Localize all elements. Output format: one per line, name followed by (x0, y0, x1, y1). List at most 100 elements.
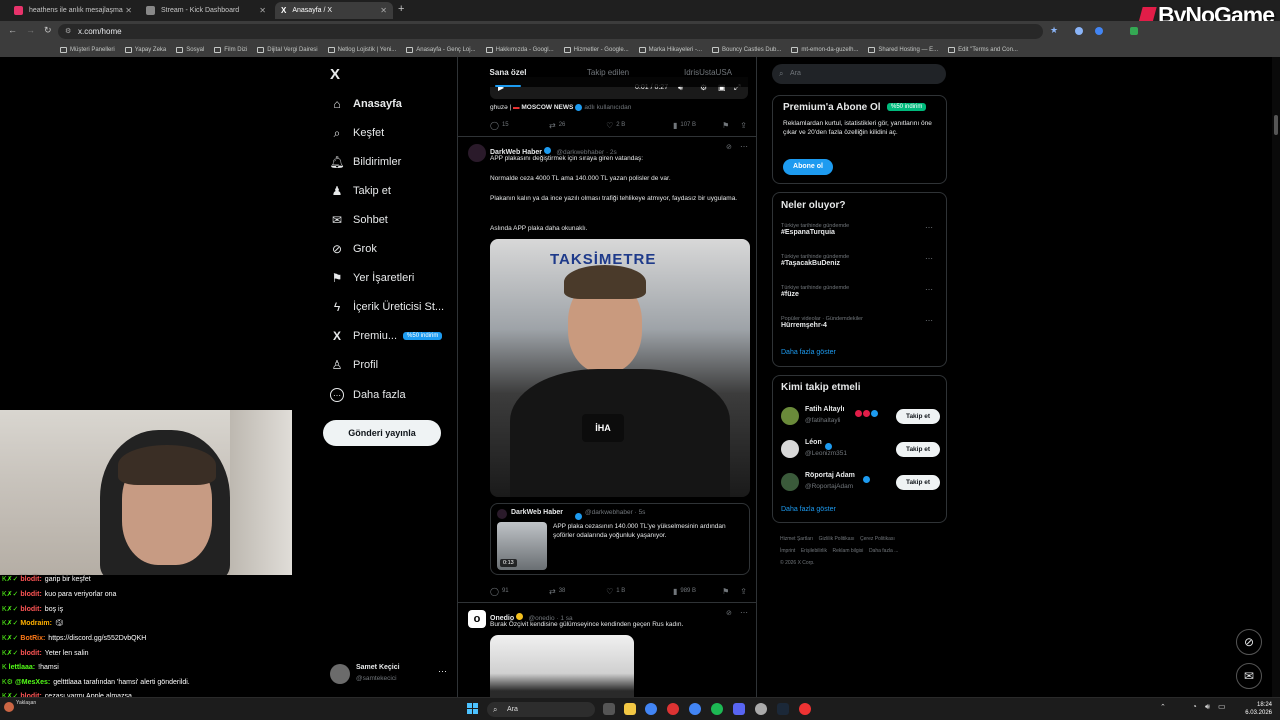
extension-icon[interactable] (1130, 27, 1138, 35)
reply-button[interactable]: ◯ 15 (490, 121, 549, 130)
nav-premium[interactable]: X Premiu... %50 indirim (330, 325, 443, 347)
x-logo[interactable]: X (330, 66, 340, 83)
browser-tab-1[interactable]: heathens ile anlık mesajlaşma ✕ (8, 2, 138, 19)
app-icon[interactable] (667, 703, 679, 715)
file-explorer-icon[interactable] (624, 703, 636, 715)
bookmark-item[interactable]: Edit "Terms and Con... (948, 46, 1018, 53)
views-button[interactable]: ▮ 989 B (673, 587, 722, 596)
nav-profile[interactable]: ♙ Profil (330, 354, 378, 376)
follow-suggestion[interactable]: Röportaj Adam @RoportajAdam Takip et (773, 470, 948, 496)
follow-suggestion[interactable]: Fatih Altaylı @fatihaltayli Takip et (773, 404, 948, 430)
close-icon[interactable]: ✕ (380, 6, 387, 15)
bookmark-button[interactable]: ⚑ (722, 587, 732, 596)
bookmark-item[interactable]: Müşteri Panelleri (60, 46, 115, 53)
tab-following[interactable]: Takip edilen (558, 57, 658, 87)
timeline-feed[interactable]: Sana özel Takip edilen IdrisUstaUSA ▶ 0:… (457, 57, 757, 697)
chrome-icon[interactable] (689, 703, 701, 715)
bookmark-item[interactable]: Bouncy Castles Dub... (712, 46, 781, 53)
url-field[interactable]: ⚙ x.com/home (58, 24, 1043, 39)
reload-icon[interactable]: ↻ (44, 25, 52, 36)
bookmark-item[interactable]: Dijital Vergi Dairesi (257, 46, 318, 53)
bookmark-item[interactable]: Shared Hosting — E... (868, 46, 938, 53)
grok-icon[interactable]: ⊘ (726, 609, 732, 617)
tab-for-you[interactable]: Sana özel (458, 57, 558, 87)
tweet-media-video[interactable] (490, 635, 634, 697)
extension-icon[interactable] (1075, 27, 1083, 35)
task-view-icon[interactable] (603, 703, 615, 715)
quoted-tweet[interactable]: DarkWeb Haber @darkwebhaber · 5s 0:13 AP… (490, 503, 750, 575)
nav-more[interactable]: ⋯ Daha fazla (330, 384, 406, 406)
taskbar-search[interactable]: ⌕ Ara (487, 702, 595, 717)
quote-thumbnail[interactable]: 0:13 (497, 522, 547, 570)
repost-button[interactable]: ⇄ 38 (549, 587, 606, 596)
like-button[interactable]: ♡ 1 B (606, 587, 673, 596)
obs-icon[interactable] (799, 703, 811, 715)
views-button[interactable]: ▮ 107 B (673, 121, 722, 130)
subscribe-button[interactable]: Abone ol (783, 159, 833, 175)
extension-icon[interactable] (1095, 27, 1103, 35)
browser-tab-3[interactable]: X Anasayfa / X ✕ (275, 2, 393, 19)
more-icon[interactable]: ⋯ (925, 316, 933, 325)
footer-link[interactable]: Hizmet Şartları (780, 536, 813, 542)
bookmark-item[interactable]: Sosyal (176, 46, 204, 53)
grok-icon[interactable]: ⊘ (726, 143, 732, 151)
new-tab-icon[interactable]: + (398, 3, 404, 15)
trend-item[interactable]: Türkiye tarihinde gündemde #EspanaTurqui… (781, 223, 941, 249)
weather-icon[interactable] (4, 702, 14, 712)
tab-list[interactable]: IdrisUstaUSA (658, 57, 756, 87)
windows-start-icon[interactable] (467, 703, 479, 715)
steam-icon[interactable] (777, 703, 789, 715)
footer-link[interactable]: Daha fazla ... (869, 548, 898, 554)
app-icon[interactable] (755, 703, 767, 715)
search-input[interactable]: ⌕ Ara (772, 64, 946, 84)
nav-bookmarks[interactable]: ⚑ Yer İşaretleri (330, 267, 415, 289)
show-more-link[interactable]: Daha fazla göster (781, 506, 836, 513)
onedio-avatar-icon[interactable]: o (468, 610, 486, 628)
bookmark-item[interactable]: Anasayfa - Genç Loj... (406, 46, 476, 53)
reply-button[interactable]: ◯ 91 (490, 587, 549, 596)
nav-grok[interactable]: ⊘ Grok (330, 238, 377, 260)
bookmark-star-icon[interactable]: ★ (1050, 25, 1058, 36)
more-icon[interactable]: ⋯ (438, 666, 447, 677)
bookmark-item[interactable]: Film Dizi (214, 46, 247, 53)
follow-button[interactable]: Takip et (896, 475, 940, 490)
nav-home[interactable]: ⌂ Anasayfa (330, 93, 402, 115)
forward-icon[interactable]: → (26, 25, 35, 35)
trend-item[interactable]: Türkiye tarihinde gündemde #TaşacakBuDen… (781, 254, 941, 280)
browser-tab-2[interactable]: Stream - Kick Dashboard ✕ (140, 2, 272, 19)
scrollbar-thumb[interactable] (1274, 115, 1278, 135)
trend-item[interactable]: Popüler videolar · Gündemdekiler Hürremş… (781, 316, 941, 342)
scrollbar[interactable] (1272, 57, 1280, 697)
more-icon[interactable]: ⋯ (740, 142, 748, 151)
footer-link[interactable]: İmprint (780, 548, 795, 554)
nav-follow[interactable]: ♟ Takip et (330, 180, 391, 202)
repost-button[interactable]: ⇄ 26 (549, 121, 606, 130)
spotify-icon[interactable] (711, 703, 723, 715)
taskbar-clock[interactable]: 18:24 6.03.2026 (1245, 701, 1272, 717)
bookmark-button[interactable]: ⚑ (722, 121, 732, 130)
more-icon[interactable]: ⋯ (925, 285, 933, 294)
bookmark-item[interactable]: Netlog Lojistik | Yeni... (327, 46, 396, 53)
share-button[interactable]: ⇪ (740, 121, 750, 130)
show-more-link[interactable]: Daha fazla göster (781, 349, 836, 356)
more-icon[interactable]: ⋯ (925, 223, 933, 232)
avatar[interactable] (468, 144, 486, 162)
site-info-icon[interactable]: ⚙ (65, 24, 71, 39)
wifi-icon[interactable]: ◔ (1192, 702, 1197, 711)
bookmark-item[interactable]: mt-emon-da-guzelh... (791, 46, 858, 53)
footer-link[interactable]: Gizlilik Politikası (819, 536, 855, 542)
trend-item[interactable]: Türkiye tarihinde gündemde #füze ⋯ (781, 285, 941, 311)
close-icon[interactable]: ✕ (125, 6, 132, 15)
like-button[interactable]: ♡ 2 B (606, 121, 673, 130)
nav-chat[interactable]: ✉ Sohbet (330, 209, 388, 231)
discord-icon[interactable] (733, 703, 745, 715)
battery-icon[interactable]: ▭ (1218, 702, 1226, 711)
follow-suggestion[interactable]: Léon @Leonizm351 Takip et (773, 437, 948, 463)
follow-button[interactable]: Takip et (896, 442, 940, 457)
bookmark-item[interactable]: Marka Hikayeleri -... (638, 46, 702, 53)
more-icon[interactable]: ⋯ (740, 608, 748, 617)
bookmark-item[interactable]: Hakkımızda - Googl... (485, 46, 554, 53)
footer-link[interactable]: Çerez Politikası (860, 536, 895, 542)
bookmark-item[interactable]: Yapay Zeka (124, 46, 166, 53)
bookmark-item[interactable]: Hizmetler - Google... (563, 46, 629, 53)
